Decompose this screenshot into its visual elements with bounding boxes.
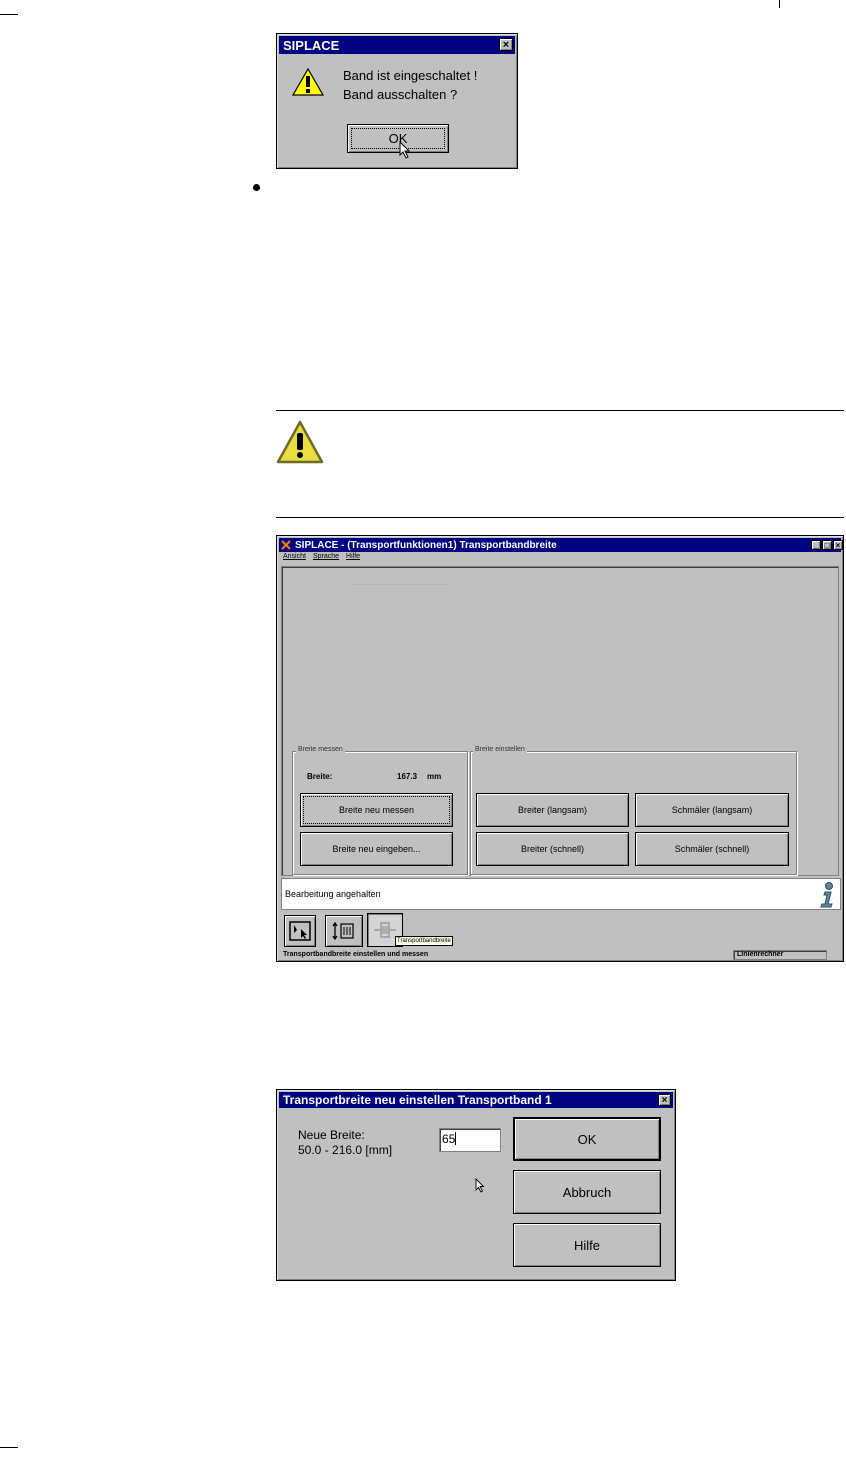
header-rule (0, 14, 18, 15)
measure-width-button-label: Breite neu messen (338, 805, 415, 815)
note-bottom-rule (276, 517, 844, 518)
width-label: Breite: (307, 772, 333, 781)
list-bullet (253, 184, 260, 191)
menu-item-hilfe[interactable]: Hilfe (346, 553, 360, 564)
mouse-cursor-icon (399, 141, 411, 159)
narrower-fast-button[interactable]: Schmäler (schnell) (635, 832, 789, 866)
app-icon (281, 540, 291, 550)
narrower-slow-button-label: Schmäler (langsam) (671, 805, 753, 815)
help-button[interactable]: Hilfe (513, 1223, 661, 1267)
window-titlebar: SIPLACE - (Transportfunktionen1) Transpo… (279, 538, 841, 552)
status-message: Bearbeitung angehalten (285, 889, 381, 899)
wider-slow-button[interactable]: Breiter (langsam) (476, 793, 629, 827)
mouse-cursor-icon (475, 1178, 485, 1193)
width-adjust-tool-button[interactable] (325, 915, 363, 947)
footer-rule (0, 1447, 18, 1448)
margin-mark (779, 0, 780, 8)
narrower-fast-button-label: Schmäler (schnell) (674, 844, 750, 854)
dialog-titlebar: Transportbreite neu einstellen Transport… (279, 1092, 673, 1108)
ok-button[interactable]: OK (347, 124, 449, 153)
caution-icon (276, 420, 324, 464)
cancel-button-label: Abbruch (562, 1184, 612, 1200)
enter-width-button[interactable]: Breite neu eingeben... (300, 832, 453, 866)
statusbar-left: Transportbandbreite einstellen und messe… (283, 951, 429, 958)
wider-fast-button-label: Breiter (schnell) (520, 844, 585, 854)
ok-button-label: OK (577, 1131, 597, 1147)
wider-slow-button-label: Breiter (langsam) (517, 805, 588, 815)
close-button[interactable]: × (658, 1094, 671, 1106)
narrower-slow-button[interactable]: Schmäler (langsam) (635, 793, 789, 827)
info-icon (820, 882, 833, 908)
adjust-width-group-label: Breite einstellen (473, 746, 527, 753)
close-icon: × (502, 38, 510, 51)
window-title: SIPLACE - (Transportfunktionen1) Transpo… (295, 539, 557, 551)
transport-width-window: SIPLACE - (Transportfunktionen1) Transpo… (276, 535, 844, 962)
new-width-input[interactable]: 65 (439, 1128, 501, 1152)
dialog-title: SIPLACE (283, 37, 340, 53)
new-width-input-value: 65 (442, 1132, 456, 1146)
select-tool-button[interactable] (284, 915, 316, 947)
transport-width-dialog: Transportbreite neu einstellen Transport… (276, 1089, 676, 1281)
close-button[interactable]: × (499, 38, 513, 51)
text-caret (455, 1132, 457, 1145)
message-line-1: Band ist eingeschaltet ! (343, 68, 478, 83)
width-range-label: 50.0 - 216.0 [mm] (298, 1143, 393, 1157)
new-width-label: Neue Breite: (298, 1128, 365, 1142)
menu-bar: Ansicht Sprache Hilfe (283, 553, 360, 564)
close-icon: × (661, 1094, 668, 1106)
note-top-rule (276, 410, 844, 411)
minimize-button[interactable]: _ (811, 540, 821, 550)
dialog-title: Transportbreite neu einstellen Transport… (283, 1093, 552, 1107)
help-button-label: Hilfe (573, 1237, 600, 1253)
enter-width-button-label: Breite neu eingeben... (332, 844, 421, 854)
measure-width-group-label: Breite messen (296, 746, 345, 753)
conveyor-width-icon (332, 921, 354, 941)
maximize-button[interactable]: □ (822, 540, 832, 550)
message-line-2: Band ausschalten ? (343, 87, 458, 102)
cancel-button[interactable]: Abbruch (513, 1170, 661, 1214)
statusbar-right: Linienrechner (737, 951, 784, 958)
close-button[interactable]: × (833, 540, 843, 550)
menu-item-sprache[interactable]: Sprache (313, 553, 339, 564)
siplace-message-dialog: SIPLACE × Band ist eingeschaltet ! Band … (276, 33, 518, 169)
wider-fast-button[interactable]: Breiter (schnell) (476, 832, 629, 866)
measure-width-button[interactable]: Breite neu messen (300, 793, 453, 827)
width-value: 167.3 (397, 772, 418, 781)
faint-divider (351, 584, 447, 585)
menu-item-ansicht[interactable]: Ansicht (283, 553, 306, 564)
width-unit: mm (427, 772, 442, 781)
tooltip: Transportbandbreite (395, 936, 453, 946)
pointer-icon (289, 921, 311, 941)
dialog-titlebar: SIPLACE (279, 36, 515, 54)
ok-button[interactable]: OK (513, 1117, 661, 1161)
warning-icon (292, 68, 324, 96)
